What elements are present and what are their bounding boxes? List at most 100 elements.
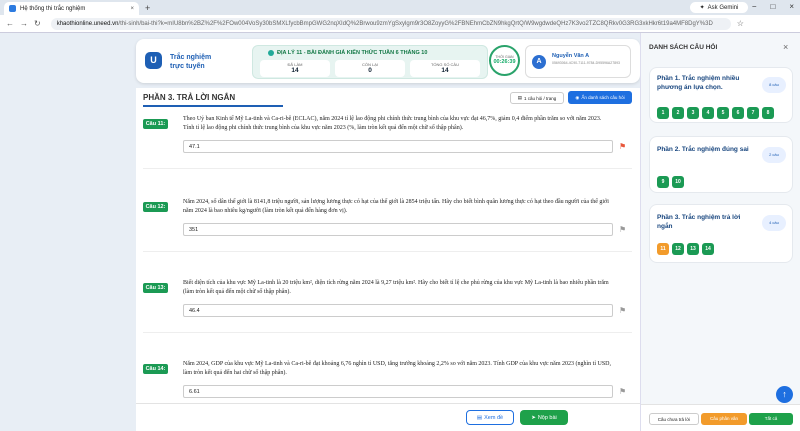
group-count-badge: 4 câu [762, 215, 786, 231]
flag-icon[interactable]: ⚑ [619, 225, 626, 234]
group-title: Phần 2. Trắc nghiệm đúng sai [657, 146, 749, 153]
question-badge: Câu 12: [143, 202, 168, 212]
answer-input[interactable]: 46.4 [183, 304, 613, 317]
exam-main: U Trắc nghiệm trực tuyến ĐỊA LÝ 11 - BÀI… [136, 33, 640, 431]
question-list-panel: DANH SÁCH CÂU HỎI × Phần 1. Trắc nghiệm … [640, 33, 800, 431]
question-number[interactable]: 10 [672, 176, 684, 188]
group-count-badge: 2 câu [762, 147, 786, 163]
group-title: Phần 1. Trắc nghiệm nhiều phương án lựa … [657, 75, 740, 91]
question-number[interactable]: 11 [657, 243, 669, 255]
group-title: Phần 3. Trắc nghiệm trả lời ngắn [657, 214, 741, 230]
answer-input[interactable]: 47.1 [183, 140, 613, 153]
answer-input[interactable]: 351 [183, 223, 613, 236]
question-number[interactable]: 14 [702, 243, 714, 255]
divider [143, 332, 632, 333]
shield-logo-icon: U [145, 52, 162, 69]
minimize-icon[interactable]: − [752, 2, 757, 11]
forward-icon[interactable]: → [20, 19, 28, 28]
submit-label: Nộp bài [537, 414, 557, 421]
divider [143, 251, 632, 252]
eye-off-icon: ◉ [575, 94, 580, 100]
stat-value: 14 [291, 67, 299, 74]
filter-review-button[interactable]: Câu phân vân [701, 413, 747, 425]
question-number[interactable]: 1 [657, 107, 669, 119]
question-group: Phần 1. Trắc nghiệm nhiều phương án lựa … [649, 67, 793, 123]
address-bar-row: ← → ↻ khaothionline.uneed.vn /thi-sinh/b… [0, 15, 800, 33]
stat-value: 14 [441, 67, 449, 74]
question-number[interactable]: 7 [747, 107, 759, 119]
new-tab-button[interactable]: + [145, 3, 150, 13]
user-id: 05693064-4C90-7111-9784-D95596A27893 [552, 61, 620, 65]
question-number[interactable]: 2 [672, 107, 684, 119]
close-tab-icon[interactable]: × [130, 6, 134, 12]
question-number[interactable]: 5 [717, 107, 729, 119]
back-icon[interactable]: ← [6, 19, 14, 28]
close-window-icon[interactable]: × [789, 2, 794, 11]
avatar: A [532, 55, 546, 69]
question-number[interactable]: 12 [672, 243, 684, 255]
view-exam-button[interactable]: ▤ Xem đề [466, 410, 514, 425]
question-number[interactable]: 9 [657, 176, 669, 188]
reload-icon[interactable]: ↻ [34, 19, 41, 28]
question-number[interactable]: 4 [702, 107, 714, 119]
scroll-to-top-icon[interactable]: ↑ [776, 386, 793, 403]
filter-all-button[interactable]: Tất cả [749, 413, 793, 425]
timer: THỜI GIAN 00:26:39 [489, 45, 520, 76]
panel-filter-bar: Câu chưa trả lời Câu phân vân Tất cả [641, 404, 800, 431]
question-group: Phần 3. Trắc nghiệm trả lời ngắn 4 câu 1… [649, 204, 793, 263]
panel-title: DANH SÁCH CÂU HỎI [649, 44, 718, 51]
per-page-button[interactable]: ▤ 1 câu hỏi / trang [510, 92, 564, 104]
stat-value: 0 [368, 67, 372, 74]
maximize-icon[interactable]: □ [770, 2, 775, 11]
question-number[interactable]: 6 [732, 107, 744, 119]
answer-input[interactable]: 6.61 [183, 385, 613, 398]
divider [143, 168, 632, 169]
send-icon: ➤ [531, 414, 536, 421]
stat-done: ĐÃ LÀM 14 [260, 60, 330, 77]
stat-total: TỔNG SỐ CÂU 14 [410, 60, 480, 77]
question-number[interactable]: 3 [687, 107, 699, 119]
group-count-badge: 8 câu [762, 77, 786, 93]
url-path: /thi-sinh/bai-thi?k=mIU8bn%2BZ%2F%2FOw00… [118, 20, 713, 27]
exam-footer: ▤ Xem đề ➤ Nộp bài [136, 403, 640, 431]
filter-unanswered-button[interactable]: Câu chưa trả lời [649, 413, 699, 425]
submit-button[interactable]: ➤ Nộp bài [520, 410, 568, 425]
user-card: A Nguyễn Văn A 05693064-4C90-7111-9784-D… [525, 45, 631, 78]
user-name: Nguyễn Văn A [552, 53, 590, 59]
question-number-grid: 11 12 13 14 [657, 243, 714, 255]
question-badge: Câu 14: [143, 364, 168, 374]
browser-tab[interactable]: Hệ thống thi trắc nghiệm × [4, 2, 139, 15]
brand: Trắc nghiệm trực tuyến [170, 53, 220, 71]
timer-value: 00:26:39 [493, 59, 516, 65]
question-badge: Câu 11: [143, 119, 168, 129]
page-icon: ▤ [517, 95, 522, 100]
section-title: PHẦN 3. TRẢ LỜI NGẮN [143, 93, 236, 102]
flag-icon[interactable]: ⚑ [619, 306, 626, 315]
ask-gemini-button[interactable]: ✦ Ask Gemini [690, 2, 748, 13]
section-underline [143, 105, 283, 107]
view-exam-label: Xem đề [484, 414, 504, 421]
window-controls: − □ × [752, 2, 794, 11]
bookmark-star-icon[interactable]: ☆ [737, 19, 744, 28]
url-domain: khaothionline.uneed.vn [56, 20, 119, 27]
exam-header: U Trắc nghiệm trực tuyến ĐỊA LÝ 11 - BÀI… [136, 39, 640, 83]
question-text: Biết diện tích của khu vực Mỹ La-tinh là… [183, 280, 609, 295]
flag-icon[interactable]: ⚑ [619, 387, 626, 396]
gemini-icon: ✦ [699, 5, 705, 11]
question-number[interactable]: 13 [687, 243, 699, 255]
close-icon[interactable]: × [783, 42, 788, 52]
exam-title: ĐỊA LÝ 11 - BÀI ĐÁNH GIÁ KIẾN THỨC TUẦN … [267, 50, 428, 56]
tab-title: Hệ thống thi trắc nghiệm [20, 5, 86, 12]
flag-icon[interactable]: ⚑ [619, 142, 626, 151]
ask-gemini-label: Ask Gemini [707, 4, 739, 11]
question-number[interactable]: 8 [762, 107, 774, 119]
exam-info-card: ĐỊA LÝ 11 - BÀI ĐÁNH GIÁ KIẾN THỨC TUẦN … [252, 45, 488, 79]
question-content: PHẦN 3. TRẢ LỜI NGẮN ▤ 1 câu hỏi / trang… [136, 88, 640, 431]
question-text: Theo Uỷ ban Kinh tế Mỹ La-tinh và Ca-ri-… [183, 116, 602, 131]
hide-question-list-button[interactable]: ◉ Ẩn danh sách câu hỏi [568, 91, 632, 104]
question-text: Năm 2024, số dân thế giới là 8141,8 triệ… [183, 199, 609, 214]
per-page-label: 1 câu hỏi / trang [523, 95, 557, 101]
url-field[interactable]: khaothionline.uneed.vn /thi-sinh/bai-thi… [50, 17, 731, 30]
question-group: Phần 2. Trắc nghiệm đúng sai 2 câu 9 10 [649, 136, 793, 193]
stat-remaining: CÒN LẠI 0 [335, 60, 405, 77]
